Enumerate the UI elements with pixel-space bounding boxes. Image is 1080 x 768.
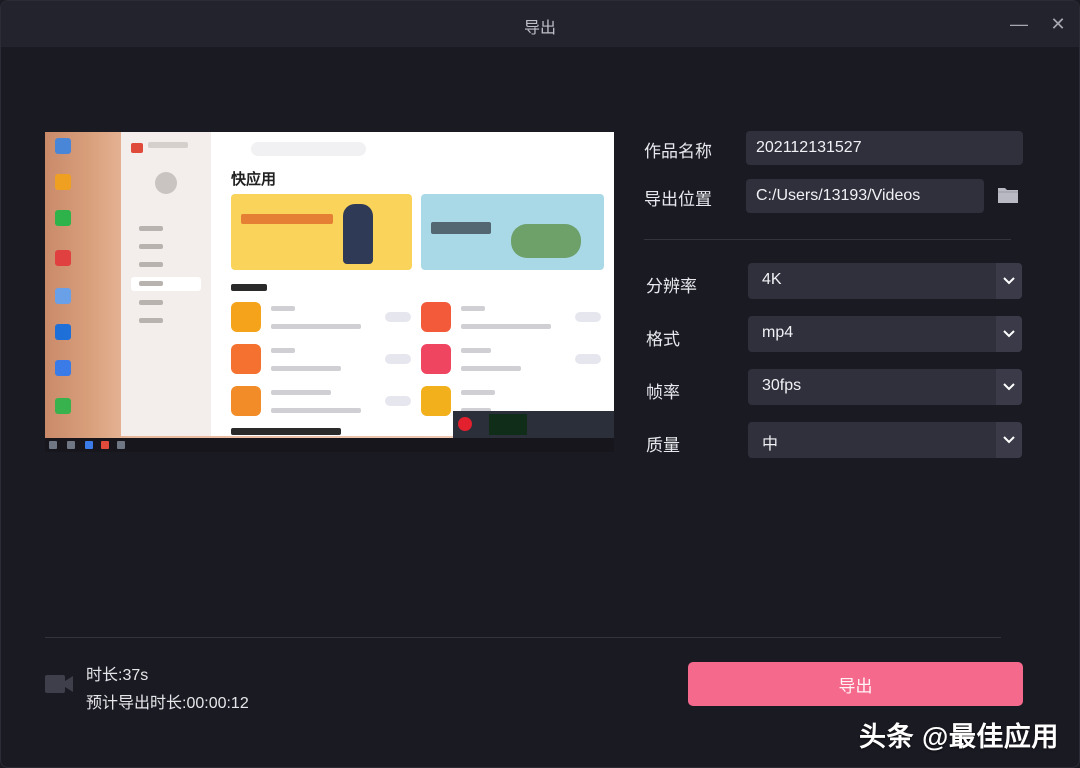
name-input[interactable] <box>746 131 1023 165</box>
minimize-icon[interactable]: — <box>1006 11 1032 37</box>
framerate-select[interactable]: 30fps <box>748 369 1022 405</box>
title-bar: 导出 — ✕ <box>1 1 1079 47</box>
audio-wave <box>489 414 527 435</box>
taskbar-item <box>67 441 75 449</box>
pill <box>575 312 601 322</box>
app-tile <box>421 386 451 416</box>
list-line <box>271 324 361 329</box>
quality-label: 质量 <box>646 436 680 455</box>
estimated-time-text: 预计导出时长:00:00:12 <box>86 695 249 712</box>
app-tile <box>421 302 451 332</box>
footer-divider <box>45 637 1001 638</box>
taskbar-item <box>85 441 93 449</box>
section-heading <box>231 284 267 291</box>
list-line <box>271 348 295 353</box>
sidebar-item <box>131 240 201 254</box>
sidebar-item <box>131 222 201 236</box>
recorder-toolbar <box>453 411 614 438</box>
export-button[interactable]: 导出 <box>688 662 1023 706</box>
framerate-label: 帧率 <box>646 383 680 402</box>
pill <box>385 354 411 364</box>
list-line <box>271 408 361 413</box>
app-logo-text <box>148 142 188 148</box>
banner-left <box>231 194 412 270</box>
sidebar-item-active <box>131 277 201 291</box>
section-footer <box>231 428 341 435</box>
app-sidebar <box>121 132 211 436</box>
taskbar-item <box>101 441 109 449</box>
pill <box>385 396 411 406</box>
pill <box>385 312 411 322</box>
desktop-icon <box>55 174 71 190</box>
taskbar <box>45 438 614 452</box>
sidebar-item <box>131 314 201 328</box>
banner-right <box>421 194 604 270</box>
duration-text: 时长:37s <box>86 667 149 684</box>
desktop-icon <box>55 360 71 376</box>
app-tile <box>231 344 261 374</box>
desktop-icon <box>55 250 71 266</box>
app-tile <box>231 302 261 332</box>
name-label: 作品名称 <box>644 142 712 161</box>
taskbar-item <box>117 441 125 449</box>
format-label: 格式 <box>646 330 680 349</box>
video-camera-icon <box>45 675 73 693</box>
quality-value: 中 <box>762 436 779 453</box>
desktop-icon <box>55 324 71 340</box>
app-heading: 快应用 <box>231 171 277 188</box>
app-main: 快应用 <box>211 132 614 436</box>
framerate-value: 30fps <box>762 377 802 394</box>
pill <box>575 354 601 364</box>
window-title: 导出 <box>523 20 556 37</box>
chevron-down-icon[interactable] <box>996 263 1022 299</box>
close-icon[interactable]: ✕ <box>1045 11 1071 37</box>
app-store-window: 快应用 <box>121 132 614 436</box>
folder-icon[interactable] <box>996 184 1020 206</box>
list-line <box>271 390 331 395</box>
list-line <box>461 348 491 353</box>
format-select[interactable]: mp4 <box>748 316 1022 352</box>
chevron-down-icon[interactable] <box>996 316 1022 352</box>
avatar <box>155 172 177 194</box>
desktop-icon <box>55 398 71 414</box>
app-search-bar <box>251 142 366 156</box>
resolution-label: 分辨率 <box>646 277 697 296</box>
taskbar-item <box>49 441 57 449</box>
list-line <box>271 306 295 311</box>
list-line <box>461 366 521 371</box>
quality-select[interactable]: 中 <box>748 422 1022 458</box>
record-icon <box>458 417 472 431</box>
list-line <box>271 366 341 371</box>
chevron-down-icon[interactable] <box>996 422 1022 458</box>
desktop-icon <box>55 138 71 154</box>
export-window: 导出 — ✕ 快应用 作品名称 202112131527 导出位置 C:/Use… <box>0 0 1080 768</box>
chevron-down-icon[interactable] <box>996 369 1022 405</box>
location-label: 导出位置 <box>644 190 712 209</box>
resolution-select[interactable]: 4K <box>748 263 1022 299</box>
video-preview: 快应用 <box>45 132 614 452</box>
app-tile <box>231 386 261 416</box>
sidebar-item <box>131 296 201 310</box>
sidebar-item <box>131 258 201 272</box>
app-logo-icon <box>131 143 143 153</box>
location-input[interactable] <box>746 179 984 213</box>
desktop-icon <box>55 210 71 226</box>
desktop-icons <box>45 132 81 432</box>
format-value: mp4 <box>762 324 794 341</box>
list-line <box>461 390 495 395</box>
app-tile <box>421 344 451 374</box>
list-line <box>461 306 485 311</box>
list-line <box>461 324 551 329</box>
divider <box>644 239 1011 240</box>
resolution-value: 4K <box>762 271 782 288</box>
watermark: 头条 @最佳应用 <box>859 722 1059 752</box>
desktop-icon <box>55 288 71 304</box>
